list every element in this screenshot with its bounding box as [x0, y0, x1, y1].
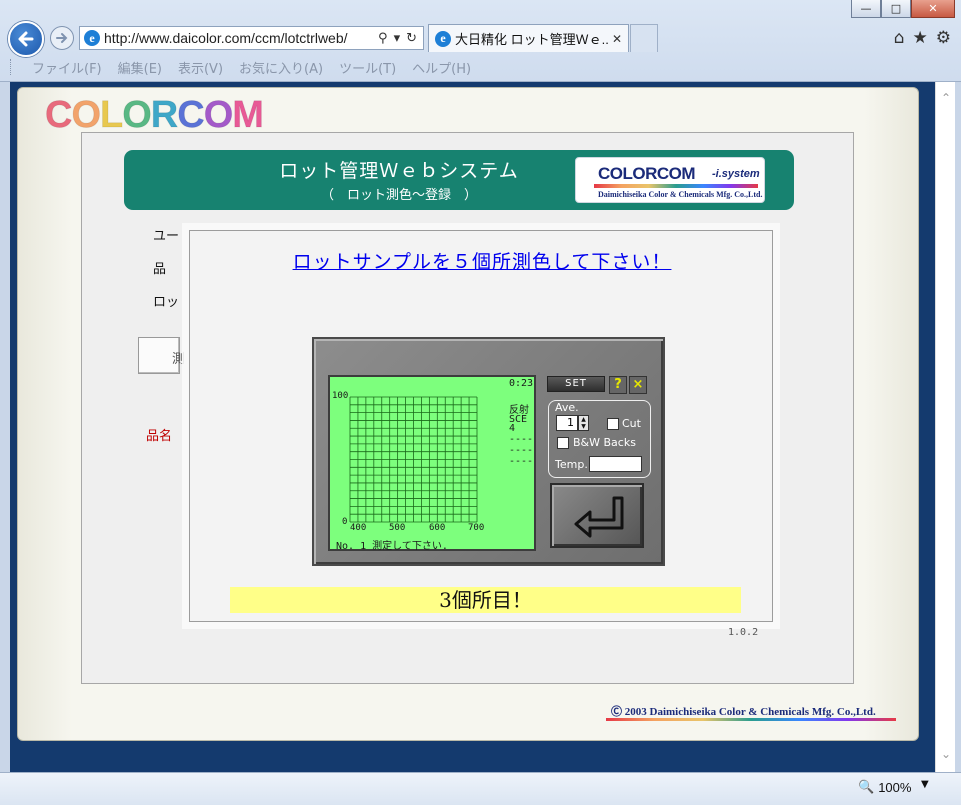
menu-edit[interactable]: 編集(E) [110, 58, 170, 77]
status-bar: 🔍 100% ▼ [0, 772, 961, 805]
maximize-button[interactable]: □ [881, 0, 911, 18]
arrow-right-icon [56, 33, 68, 43]
ie-page-icon: e [84, 30, 100, 46]
ave-spinner[interactable]: ▲ ▼ [578, 415, 589, 431]
x-tick-500: 500 [389, 523, 406, 533]
menu-view[interactable]: 表示(V) [170, 58, 231, 77]
scroll-down-icon[interactable]: ⌄ [936, 744, 956, 764]
product-label: 品 [153, 262, 167, 277]
zoom-icon: 🔍 [858, 779, 875, 794]
page-frame: COLORCOM ロット管理Ｗｅｂシステム （ ロット測色～登録 ） COLOR… [17, 87, 919, 741]
mode-line: ---- [509, 445, 534, 456]
colorcom-isystem-logo: COLORCOM -i.system Daimichiseika Color &… [575, 157, 765, 203]
home-icon[interactable]: ⌂ [894, 28, 905, 48]
menu-tools[interactable]: ツール(T) [331, 58, 404, 77]
banner-logo-main: COLORCOM [598, 164, 696, 183]
enter-arrow-icon [574, 496, 624, 537]
mode-line: ---- [509, 434, 534, 445]
tab-title: 大日精化 ロット管理Ｗｅ... [455, 32, 608, 47]
dropdown-icon[interactable]: ▾ [394, 31, 401, 46]
cut-label: Cut [622, 417, 641, 430]
scroll-up-icon[interactable]: ⌃ [936, 88, 956, 108]
x-tick-700: 700 [468, 523, 485, 533]
measurement-dialog: ロットサンプルを５個所測色して下さい！ 0:23 100 0 400 500 6… [189, 230, 774, 638]
zoom-control[interactable]: 🔍 100% [858, 779, 911, 795]
content-panel: ロット管理Ｗｅｂシステム （ ロット測色～登録 ） COLORCOM -i.sy… [81, 132, 854, 684]
toolbar-right: ⌂ ★ ⚙ [894, 28, 951, 48]
rainbow-underline [606, 718, 896, 721]
gear-icon[interactable]: ⚙ [936, 28, 951, 48]
address-bar[interactable]: e http://www.daicolor.com/ccm/lotctrlweb… [79, 26, 424, 50]
logo-letter: O [122, 94, 153, 137]
lot-label: ロッ [153, 295, 180, 310]
back-button[interactable] [8, 21, 44, 57]
menu-grip [10, 59, 13, 75]
banner-logo-suffix: -i.system [712, 168, 760, 180]
colorcom-logo: COLORCOM [44, 94, 265, 137]
ave-input[interactable]: 1 [556, 415, 578, 431]
bw-backs-checkbox[interactable] [557, 437, 569, 449]
measure-button[interactable]: 測 [138, 337, 185, 374]
minimize-button[interactable]: — [851, 0, 881, 18]
logo-letter: C [44, 94, 72, 137]
logo-letter: R [150, 94, 178, 137]
close-tab-icon[interactable]: ✕ [612, 32, 622, 46]
user-label: ユー [153, 229, 180, 244]
browser-chrome: — □ ✕ e http://www.daicolor.com/ccm/lotc… [0, 0, 961, 82]
forward-button[interactable] [50, 26, 74, 50]
version-label: 1.0.2 [728, 627, 759, 638]
zoom-dropdown-icon[interactable]: ▼ [921, 779, 929, 790]
favorites-star-icon[interactable]: ★ [913, 28, 928, 48]
rainbow-bar [594, 184, 758, 188]
logo-letter: L [100, 94, 124, 137]
temp-input[interactable] [589, 456, 642, 472]
logo-letter: O [71, 94, 102, 137]
logo-letter: C [177, 94, 205, 137]
address-url[interactable]: http://www.daicolor.com/ccm/lotctrlweb/ [104, 30, 374, 46]
close-window-button[interactable]: ✕ [911, 0, 955, 18]
menu-file[interactable]: ファイル(F) [24, 58, 110, 77]
system-banner: ロット管理Ｗｅｂシステム （ ロット測色～登録 ） COLORCOM -i.sy… [124, 150, 794, 210]
ie-tab-icon: e [435, 30, 451, 47]
arrow-left-icon [18, 31, 34, 47]
x-tick-600: 600 [429, 523, 446, 533]
menu-help[interactable]: ヘルプ(H) [404, 58, 479, 77]
progress-banner: 3個所目！ [230, 587, 741, 613]
mode-readout: 反射 SCE 4 ---- ---- ---- [509, 401, 533, 467]
copyright-text: Ⓒ 2003 Daimichiseika Color & Chemicals M… [611, 706, 876, 718]
banner-logo-company: Daimichiseika Color & Chemicals Mfg. Co.… [598, 190, 763, 199]
help-button[interactable]: ? [609, 376, 627, 394]
temp-label: Temp. [555, 458, 588, 471]
window-controls: — □ ✕ [851, 0, 955, 18]
tab-active[interactable]: e 大日精化 ロット管理Ｗｅ... ✕ [428, 24, 629, 52]
x-tick-400: 400 [350, 523, 367, 533]
mode-line: 4 [509, 423, 516, 434]
menu-favorites[interactable]: お気に入り(A) [231, 58, 331, 77]
colorimeter-panel: 0:23 100 0 400 500 600 700 反射 SCE 4 ----… [312, 337, 665, 566]
settings-box: Ave. 1 ▲ ▼ Cut B&W Backs Temp. [548, 400, 651, 478]
spectrum-screen: 0:23 100 0 400 500 600 700 反射 SCE 4 ----… [328, 375, 536, 552]
ave-label: Ave. [555, 401, 579, 414]
set-button[interactable]: SET [547, 376, 605, 392]
enter-button[interactable] [550, 483, 644, 548]
zoom-level: 100% [878, 779, 912, 795]
address-tools: ⚲ ▾ ↻ [378, 31, 423, 46]
logo-letter: M [232, 94, 265, 137]
mode-line: ---- [509, 456, 534, 467]
status-message: No. 1 測定して下さい. [336, 541, 448, 552]
logo-letter: O [203, 94, 234, 137]
menu-bar: ファイル(F) 編集(E) 表示(V) お気に入り(A) ツール(T) ヘルプ(… [0, 55, 961, 79]
new-tab-button[interactable] [630, 24, 658, 52]
bw-backs-label: B&W Backs [573, 436, 636, 449]
refresh-icon[interactable]: ↻ [406, 31, 417, 46]
vertical-scrollbar[interactable]: ⌃ ⌄ [935, 82, 955, 772]
cut-checkbox[interactable] [607, 418, 619, 430]
dialog-heading-link[interactable]: ロットサンプルを５個所測色して下さい！ [190, 247, 774, 274]
close-panel-button[interactable]: × [629, 376, 647, 394]
product-name-label: 品名 [146, 429, 173, 444]
search-icon[interactable]: ⚲ [378, 31, 388, 46]
